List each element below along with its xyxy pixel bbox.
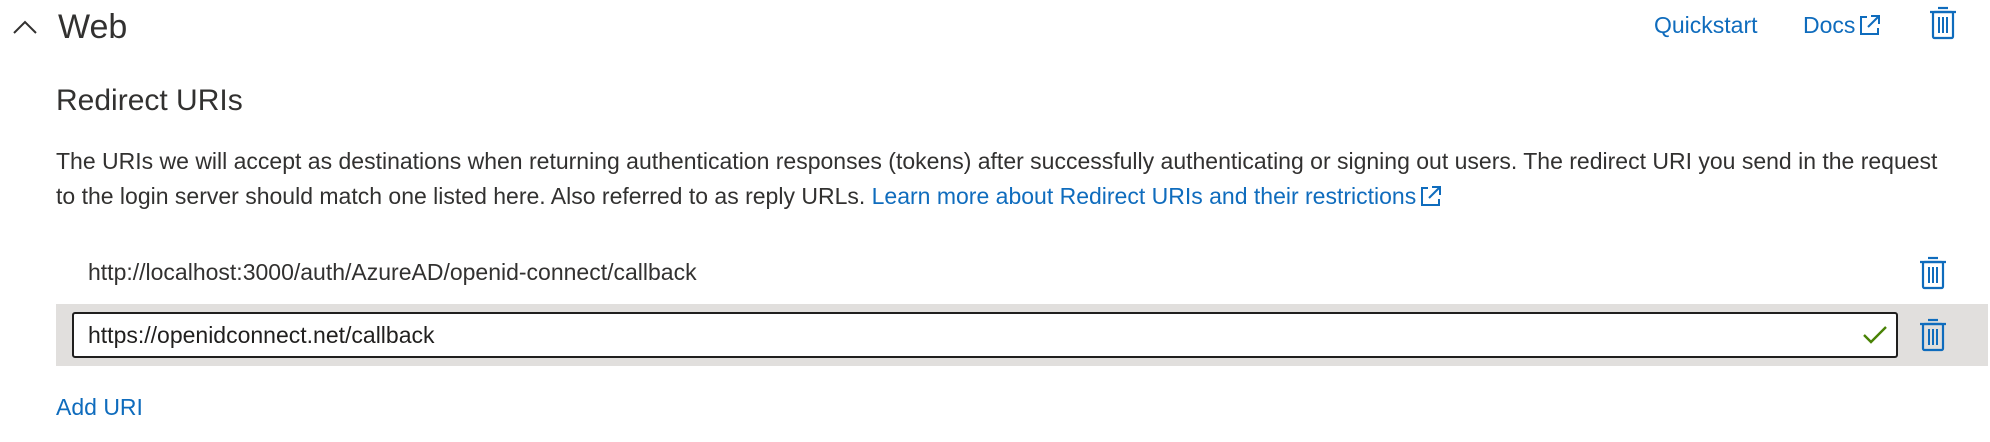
learn-more-link[interactable]: Learn more about Redirect URIs and their… [872,183,1445,209]
redirect-uri-field[interactable] [72,312,1898,358]
collapse-toggle[interactable] [8,12,42,42]
redirect-uri-row-editing [56,304,1988,366]
redirect-uri-input[interactable] [88,314,1828,356]
checkmark-icon [1863,326,1887,344]
redirect-uris-title: Redirect URIs [56,84,243,117]
web-platform-section: Web Quickstart Docs Redirect URIs The UR… [0,0,1990,442]
redirect-uri-value[interactable]: http://localhost:3000/auth/AzureAD/openi… [88,257,697,287]
delete-platform-trash-icon[interactable] [1928,4,1958,40]
external-link-icon [1860,14,1881,35]
docs-link-label: Docs [1803,12,1856,38]
docs-link[interactable]: Docs [1803,12,1883,40]
add-uri-link[interactable]: Add URI [56,392,143,422]
external-link-icon [1421,185,1442,206]
delete-uri-trash-icon[interactable] [1918,316,1948,352]
delete-uri-trash-icon[interactable] [1918,254,1948,290]
learn-more-label: Learn more about Redirect URIs and their… [871,183,1417,209]
chevron-up-icon [13,20,37,34]
section-title: Web [58,8,128,46]
quickstart-link[interactable]: Quickstart [1654,12,1758,39]
redirect-uri-row[interactable]: http://localhost:3000/auth/AzureAD/openi… [56,250,1956,294]
redirect-uris-description: The URIs we will accept as destinations … [56,144,1956,214]
